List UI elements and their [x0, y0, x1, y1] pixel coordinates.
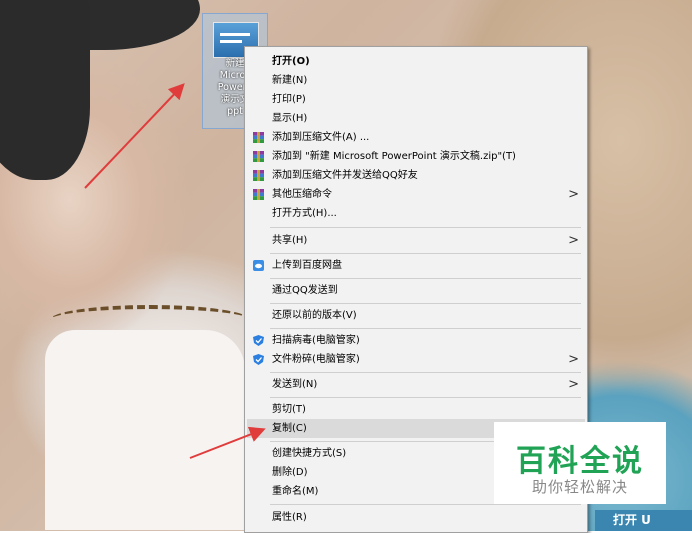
- menu-item-other-compress[interactable]: 其他压缩命令 >: [247, 185, 585, 204]
- menu-item-send-to[interactable]: 发送到(N) >: [247, 375, 585, 394]
- tencent-pcmgr-icon: [253, 335, 264, 346]
- watermark-title: 百科全说: [516, 444, 644, 479]
- wallpaper-hair-side: [0, 0, 90, 180]
- menu-item-open[interactable]: 打开(O): [247, 52, 585, 71]
- baidu-netdisk-icon: [253, 260, 264, 271]
- menu-separator: [270, 303, 581, 304]
- menu-separator: [270, 278, 581, 279]
- watermark-subtitle: 助你轻松解决: [531, 478, 628, 496]
- winrar-icon: [253, 151, 264, 162]
- submenu-chevron-icon: >: [568, 187, 579, 202]
- submenu-chevron-icon: >: [568, 377, 579, 392]
- menu-separator: [270, 227, 581, 228]
- wallpaper-open-button: 打开 U: [595, 510, 692, 531]
- menu-item-scan-virus[interactable]: 扫描病毒(电脑管家): [247, 331, 585, 350]
- menu-item-zip-send-qq[interactable]: 添加到压缩文件并发送给QQ好友: [247, 166, 585, 185]
- menu-separator: [270, 328, 581, 329]
- menu-item-open-with[interactable]: 打开方式(H)...: [247, 204, 585, 223]
- menu-item-share[interactable]: 共享(H) >: [247, 231, 585, 250]
- winrar-icon: [253, 170, 264, 181]
- menu-item-properties[interactable]: 属性(R): [247, 508, 585, 527]
- winrar-icon: [253, 189, 264, 200]
- menu-item-add-to-archive[interactable]: 添加到压缩文件(A) ...: [247, 128, 585, 147]
- menu-item-add-to-zip[interactable]: 添加到 "新建 Microsoft PowerPoint 演示文稿.zip"(T…: [247, 147, 585, 166]
- menu-item-file-shred[interactable]: 文件粉碎(电脑管家) >: [247, 350, 585, 369]
- menu-item-cut[interactable]: 剪切(T): [247, 400, 585, 419]
- menu-separator: [270, 372, 581, 373]
- menu-item-show[interactable]: 显示(H): [247, 109, 585, 128]
- tencent-pcmgr-icon: [253, 354, 264, 365]
- menu-separator: [270, 253, 581, 254]
- wallpaper-shirt: [45, 330, 245, 530]
- menu-item-new[interactable]: 新建(N): [247, 71, 585, 90]
- submenu-chevron-icon: >: [568, 352, 579, 367]
- submenu-chevron-icon: >: [568, 233, 579, 248]
- menu-separator: [270, 504, 581, 505]
- menu-item-send-via-qq[interactable]: 通过QQ发送到: [247, 281, 585, 300]
- winrar-icon: [253, 132, 264, 143]
- menu-item-print[interactable]: 打印(P): [247, 90, 585, 109]
- menu-item-restore-versions[interactable]: 还原以前的版本(V): [247, 306, 585, 325]
- menu-item-upload-baidu[interactable]: 上传到百度网盘: [247, 256, 585, 275]
- watermark-logo: 百科全说 助你轻松解决: [494, 422, 666, 504]
- menu-separator: [270, 397, 581, 398]
